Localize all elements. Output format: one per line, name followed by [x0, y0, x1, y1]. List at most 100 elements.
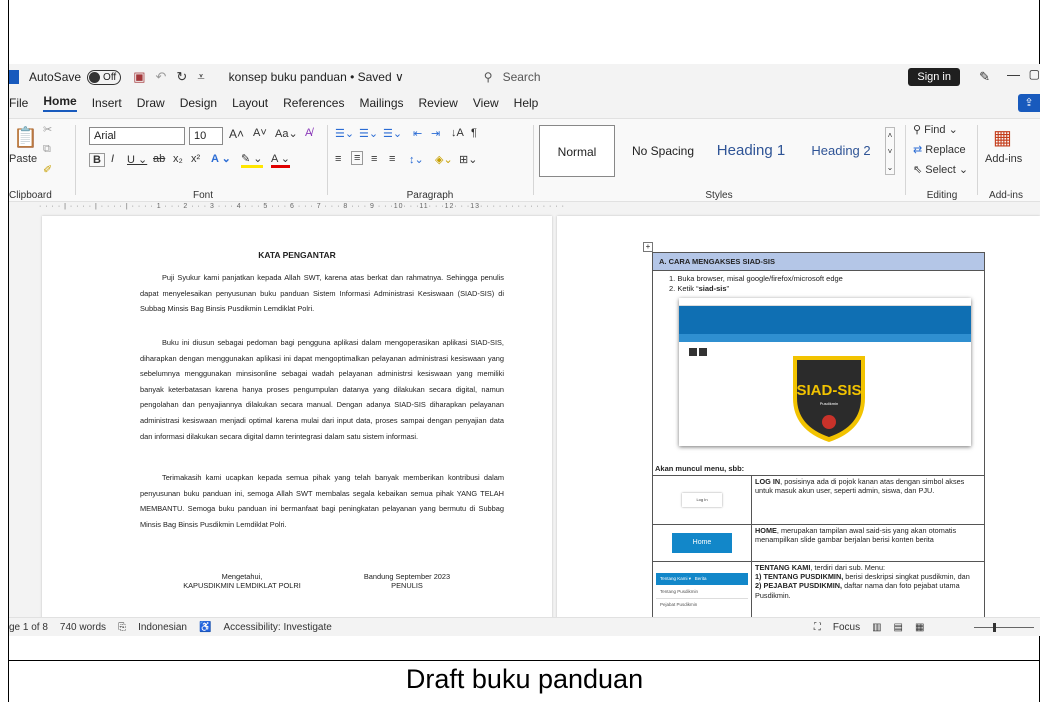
sign-in-button[interactable]: Sign in — [908, 68, 960, 86]
tab-help[interactable]: Help — [514, 96, 539, 110]
print-layout-icon[interactable]: ▤ — [894, 622, 903, 633]
style-normal[interactable]: Normal — [539, 125, 615, 177]
autosave-toggle[interactable]: Off — [87, 69, 122, 85]
pilcrow-icon[interactable]: ¶ — [471, 127, 477, 139]
tab-review[interactable]: Review — [419, 96, 458, 110]
font-name-select[interactable]: Arial — [89, 127, 185, 145]
justify-icon[interactable]: ≡ — [389, 153, 395, 165]
addins-label: Add-ins — [989, 190, 1023, 201]
decrease-indent-icon[interactable]: ⇤ — [413, 127, 422, 140]
tab-file[interactable]: File — [9, 96, 28, 110]
web-layout-icon[interactable]: ▦ — [915, 622, 924, 633]
style-heading-2[interactable]: Heading 2 — [801, 125, 881, 177]
horizontal-ruler[interactable]: · · · · | · · · · | · · · · | · · · · 1 … — [9, 203, 1040, 215]
zoom-slider-knob[interactable] — [993, 623, 996, 632]
customize-qat-icon[interactable]: ⩡ — [197, 69, 204, 85]
highlight-icon[interactable]: ✎ ⌄ — [241, 152, 263, 168]
steps-list: 1. Buka browser, misal google/firefox/mi… — [653, 271, 984, 293]
find-icon: ⚲ — [913, 124, 925, 136]
designer-pen-icon[interactable]: ✎ — [979, 69, 990, 85]
superscript-icon[interactable]: x² — [191, 153, 200, 165]
table-move-handle[interactable]: + — [643, 242, 653, 252]
tab-view[interactable]: View — [473, 96, 499, 110]
tab-insert[interactable]: Insert — [92, 96, 122, 110]
tab-mailings[interactable]: Mailings — [359, 96, 403, 110]
underline-icon[interactable]: U ⌄ — [127, 153, 147, 166]
text-effects-icon[interactable]: A ⌄ — [211, 152, 231, 165]
table-header: A. CARA MENGAKSES SIAD-SIS — [653, 253, 984, 271]
save-icon[interactable]: ▣ — [133, 69, 145, 85]
paste-icon[interactable]: 📋 — [13, 125, 38, 150]
strikethrough-icon[interactable]: ab — [153, 153, 165, 165]
share-button[interactable]: ⇪ — [1018, 94, 1040, 112]
borders-icon[interactable]: ⊞⌄ — [459, 153, 477, 166]
accessibility-status[interactable]: Accessibility: Investigate — [223, 622, 331, 633]
select-button[interactable]: ⇖ Select ⌄ — [913, 163, 968, 176]
change-case-icon[interactable]: Aa⌄ — [275, 127, 298, 140]
align-right-icon[interactable]: ≡ — [371, 153, 377, 165]
title-bar: AutoSave Off ▣ ↶ ↻ ⩡ konsep buku panduan… — [9, 64, 1040, 90]
redo-icon[interactable]: ↻ — [176, 69, 187, 85]
grow-font-icon[interactable]: A˄ — [229, 127, 244, 141]
read-mode-icon[interactable]: ▥ — [872, 622, 881, 633]
document-title[interactable]: konsep buku panduan • Saved ∨ — [229, 70, 404, 84]
tab-layout[interactable]: Layout — [232, 96, 268, 110]
guide-table: A. CARA MENGAKSES SIAD-SIS 1. Buka brows… — [652, 252, 985, 623]
paragraph-group: ☰⌄ ☰⌄ ☰⌄ ⇤ ⇥ ↓A ¶ ≡ ≡ ≡ ≡ ↕⌄ ◈⌄ ⊞⌄ Parag… — [331, 119, 529, 203]
word-count[interactable]: 740 words — [60, 622, 106, 633]
focus-icon: ⛶ — [813, 621, 821, 633]
shrink-font-icon[interactable]: A˅ — [253, 127, 267, 139]
select-icon: ⇖ — [913, 164, 926, 176]
page-count[interactable]: ge 1 of 8 — [9, 622, 48, 633]
siad-sis-screenshot: SIAD-SIS Pusdikmin — [679, 298, 971, 446]
step-1: 1. Buka browser, misal google/firefox/mi… — [669, 274, 843, 283]
tab-references[interactable]: References — [283, 96, 344, 110]
find-button[interactable]: ⚲ Find ⌄ — [913, 123, 958, 136]
font-label: Font — [192, 190, 213, 201]
line-spacing-icon[interactable]: ↕⌄ — [409, 153, 424, 166]
increase-indent-icon[interactable]: ⇥ — [431, 127, 440, 140]
style-no-spacing[interactable]: No Spacing — [625, 125, 701, 177]
minimize-button[interactable]: — — [1007, 67, 1020, 82]
tab-design[interactable]: Design — [180, 96, 217, 110]
italic-icon[interactable]: I — [111, 153, 114, 165]
language[interactable]: Indonesian — [138, 622, 187, 633]
numbering-icon[interactable]: ☰⌄ — [359, 127, 378, 140]
font-size-select[interactable]: 10 — [189, 127, 223, 145]
word-icon — [9, 70, 19, 84]
replace-button[interactable]: ⇄ Replace — [913, 143, 966, 156]
menu-row-login: Log In LOG IN, posisinya ada di pojok ka… — [653, 476, 984, 525]
align-left-icon[interactable]: ≡ — [335, 153, 341, 165]
sig-left-line1: Mengetahui, — [221, 572, 263, 581]
style-heading-1[interactable]: Heading 1 — [709, 125, 793, 177]
format-painter-icon[interactable]: ✐ — [43, 163, 52, 176]
addins-button[interactable]: Add-ins — [985, 153, 1022, 165]
tab-draw[interactable]: Draw — [137, 96, 165, 110]
zoom-slider[interactable] — [974, 627, 1034, 628]
styles-group: Normal No Spacing Heading 1 Heading 2 ˄ ˅… — [537, 119, 901, 203]
focus-button[interactable]: Focus — [833, 622, 860, 633]
multilevel-list-icon[interactable]: ☰⌄ — [383, 127, 402, 140]
proofing-icon[interactable]: ⎘ — [118, 622, 126, 633]
undo-icon[interactable]: ↶ — [156, 69, 167, 85]
font-color-icon[interactable]: A ⌄ — [271, 152, 291, 168]
bullets-icon[interactable]: ☰⌄ — [335, 127, 354, 140]
copy-icon[interactable]: ⧉ — [43, 143, 51, 156]
subscript-icon[interactable]: x₂ — [173, 153, 183, 165]
sig-left-line2: KAPUSDIKMIN LEMDIKLAT POLRI — [183, 581, 301, 590]
align-center-icon[interactable]: ≡ — [351, 151, 364, 165]
logo-text: SIAD-SIS — [796, 382, 862, 399]
addins-icon[interactable]: ▦ — [993, 125, 1012, 150]
styles-scroll[interactable]: ˄ ˅ ⌄ — [885, 127, 895, 175]
shading-icon[interactable]: ◈⌄ — [435, 153, 453, 166]
screenshot-nav — [679, 334, 971, 342]
tab-home[interactable]: Home — [43, 94, 77, 112]
clear-format-icon[interactable]: A̸ — [305, 127, 312, 139]
restore-button[interactable]: ▢ — [1029, 67, 1040, 81]
cut-icon[interactable]: ✂ — [43, 123, 52, 136]
search-box[interactable]: ⚲ Search — [484, 70, 541, 84]
bold-icon[interactable]: B — [89, 153, 105, 167]
sort-icon[interactable]: ↓A — [451, 127, 464, 139]
styles-label: Styles — [705, 190, 733, 201]
paste-button[interactable]: Paste — [9, 153, 37, 165]
